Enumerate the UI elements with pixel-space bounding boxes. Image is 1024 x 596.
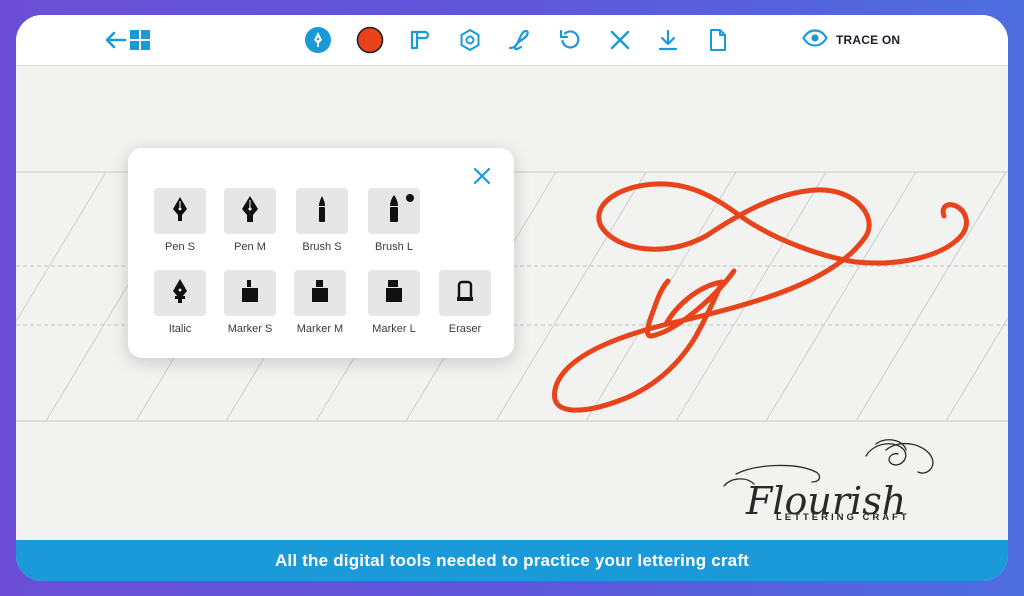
document-icon[interactable]: [704, 26, 732, 54]
tool-label: Eraser: [448, 323, 482, 335]
app-window: TRACE ON Pen S Pen M Brush S Brush L Ita…: [16, 15, 1008, 581]
color-picker-icon[interactable]: [356, 26, 384, 54]
download-icon[interactable]: [654, 26, 682, 54]
pen-tool-icon[interactable]: [304, 26, 332, 54]
marker-icon: [309, 278, 331, 309]
tool-label: Marker S: [227, 323, 273, 335]
pen-nib-icon: [240, 195, 260, 228]
tool-label: Brush S: [302, 241, 342, 253]
tool-label: Italic: [168, 323, 192, 335]
practice-canvas[interactable]: Pen S Pen M Brush S Brush L Italic Marke…: [16, 66, 1008, 540]
banner-text: All the digital tools needed to practice…: [274, 550, 750, 570]
pen-nib-icon: [170, 195, 190, 228]
tool-pen-s[interactable]: Pen S: [145, 188, 215, 253]
tool-marker-l[interactable]: Marker L: [359, 270, 429, 335]
eraser-icon: [455, 280, 475, 307]
tool-marker-s[interactable]: Marker S: [215, 270, 285, 335]
tool-picker-popup: Pen S Pen M Brush S Brush L Italic Marke…: [128, 148, 514, 358]
letter-l-icon[interactable]: [506, 26, 534, 54]
tool-marker-m[interactable]: Marker M: [285, 270, 355, 335]
marker-icon: [383, 278, 405, 309]
promo-banner: All the digital tools needed to practice…: [16, 540, 1008, 581]
selected-dot: [406, 194, 414, 202]
grid-menu-icon[interactable]: [126, 26, 154, 54]
tool-label: Marker L: [372, 323, 416, 335]
undo-icon[interactable]: [556, 26, 584, 54]
tool-italic[interactable]: Italic: [145, 270, 215, 335]
settings-icon[interactable]: [456, 26, 484, 54]
flourish-logo: Flourish: [723, 439, 934, 523]
tool-brush-l[interactable]: Brush L: [359, 188, 429, 253]
marker-icon: [239, 278, 261, 309]
tool-label: Brush L: [375, 241, 413, 253]
tool-label: Pen M: [234, 241, 266, 253]
lettering-stroke: [551, 181, 969, 413]
logo-subtitle: LETTERING CRAFT: [776, 512, 910, 523]
brush-icon: [315, 194, 329, 229]
trace-toggle[interactable]: TRACE ON: [802, 27, 900, 53]
toolbar: TRACE ON: [16, 15, 1008, 66]
clear-icon[interactable]: [606, 26, 634, 54]
eye-icon: [802, 28, 828, 52]
tool-label: Marker M: [296, 323, 344, 335]
brush-icon: [386, 194, 402, 229]
tool-label: Pen S: [165, 241, 195, 253]
paper-icon[interactable]: [406, 26, 434, 54]
close-icon[interactable]: [470, 164, 494, 188]
tool-eraser[interactable]: Eraser: [430, 270, 500, 335]
tool-brush-s[interactable]: Brush S: [287, 188, 357, 253]
tool-pen-m[interactable]: Pen M: [215, 188, 285, 253]
italic-nib-icon: [170, 277, 190, 310]
trace-label: TRACE ON: [836, 33, 901, 47]
